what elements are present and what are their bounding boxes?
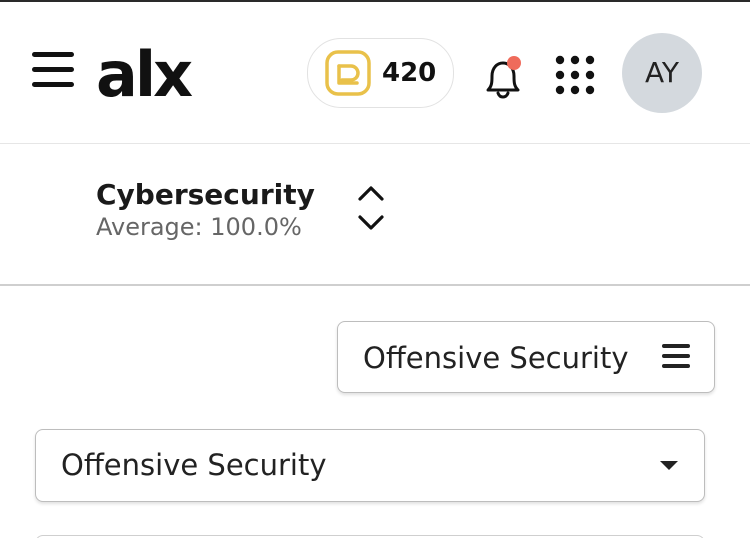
coin-count: 420 [382, 58, 437, 88]
notification-dot [507, 56, 521, 70]
grid-dots-icon[interactable] [555, 55, 595, 95]
coin-icon [325, 50, 371, 96]
page: alx 420 AY Cybersecurity Average: 100.0%… [0, 0, 750, 538]
course-average: Average: 100.0% [96, 213, 302, 241]
hamburger-menu-icon[interactable] [32, 52, 74, 88]
bell-icon[interactable] [480, 54, 526, 100]
course-title: Cybersecurity [96, 178, 315, 211]
filter-button-label: Offensive Security [363, 341, 629, 375]
project-select[interactable]: Offensive Security [35, 429, 705, 502]
app-header: alx 420 AY [0, 2, 750, 144]
svg-text:alx: alx [96, 44, 193, 104]
user-avatar[interactable]: AY [622, 33, 702, 113]
section-divider [0, 284, 750, 286]
alx-logo[interactable]: alx [96, 44, 212, 104]
caret-down-icon [660, 461, 678, 470]
filter-button[interactable]: Offensive Security [337, 321, 715, 393]
chevron-up-icon[interactable] [356, 182, 386, 204]
select-value: Offensive Security [61, 448, 327, 482]
menu-lines-icon [662, 344, 690, 368]
chevron-down-icon[interactable] [356, 212, 386, 234]
coins-badge[interactable]: 420 [307, 38, 454, 108]
course-summary: Cybersecurity Average: 100.0% [0, 144, 750, 284]
